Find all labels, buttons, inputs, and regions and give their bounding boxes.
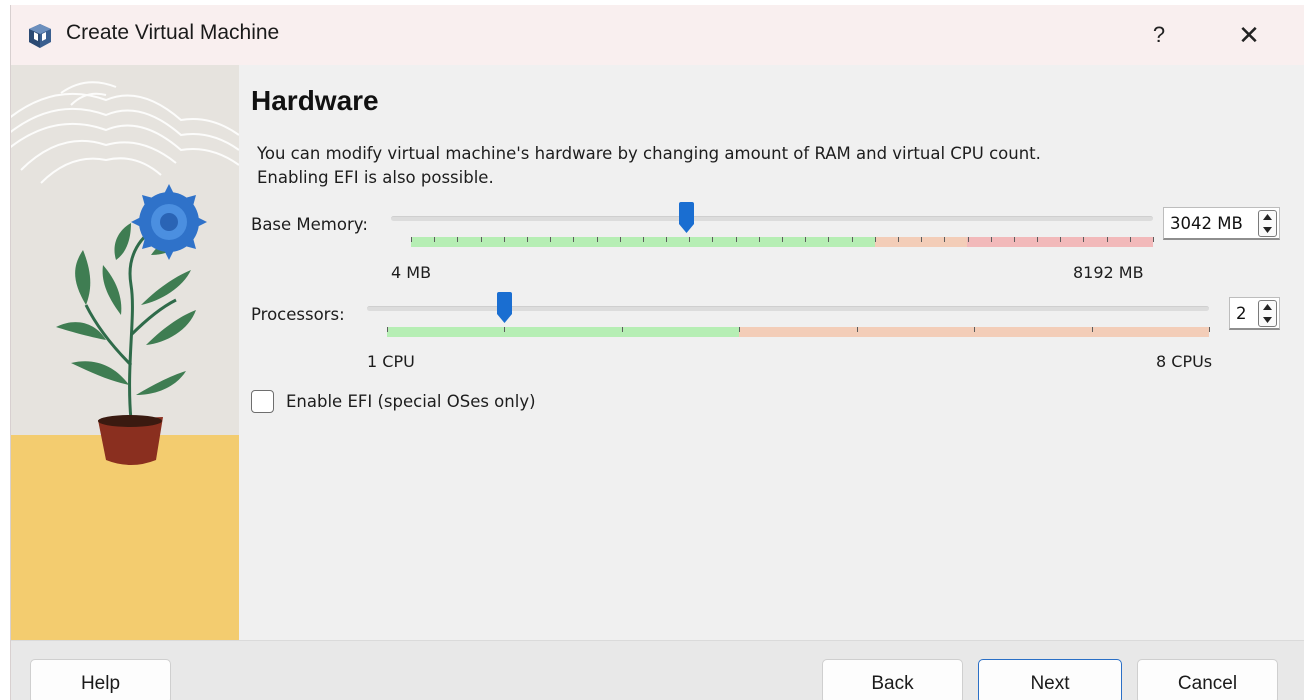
- slider-tick: [851, 237, 853, 242]
- slider-tick: [457, 237, 459, 242]
- slider-tick: [944, 237, 946, 242]
- slider-tick: [1106, 237, 1108, 242]
- slider-tick: [1083, 237, 1085, 242]
- slider-tick: [1129, 237, 1131, 242]
- processors-label: Processors:: [251, 305, 345, 324]
- slider-tick: [828, 237, 830, 242]
- slider-tick: [739, 327, 741, 332]
- slider-tick: [504, 327, 506, 332]
- back-button[interactable]: Back: [822, 659, 963, 700]
- page-description: You can modify virtual machine's hardwar…: [257, 142, 1041, 190]
- slider-handle[interactable]: [678, 202, 695, 234]
- slider-handle[interactable]: [496, 292, 513, 324]
- title-bar: Create Virtual Machine ? ✕: [11, 5, 1304, 65]
- slider-tick: [735, 237, 737, 242]
- slider-tick: [1091, 327, 1093, 332]
- enable-efi-checkbox[interactable]: [251, 390, 274, 413]
- slider-tick: [758, 237, 760, 242]
- slider-tick: [596, 237, 598, 242]
- slider-tick: [1060, 237, 1062, 242]
- slider-tick: [503, 237, 505, 242]
- cancel-button[interactable]: Cancel: [1137, 659, 1278, 700]
- processors-max-label: 8 CPUs: [1156, 352, 1213, 371]
- enable-efi-label[interactable]: Enable EFI (special OSes only): [286, 392, 536, 411]
- slider-track: [391, 216, 1153, 221]
- slider-tick: [642, 237, 644, 242]
- spinbox-buttons: [1258, 300, 1277, 327]
- close-icon[interactable]: ✕: [1229, 17, 1269, 53]
- arrow-up-icon[interactable]: [1259, 301, 1276, 313]
- base-memory-slider[interactable]: [391, 200, 1154, 250]
- base-memory-spinbox[interactable]: 3042 MB: [1163, 207, 1280, 240]
- description-line: You can modify virtual machine's hardwar…: [257, 144, 1041, 163]
- slider-tick: [967, 237, 969, 242]
- slider-tick: [805, 237, 807, 242]
- slider-tick: [712, 237, 714, 242]
- arrow-up-icon[interactable]: [1259, 211, 1276, 223]
- slider-tick: [990, 237, 992, 242]
- arrow-down-icon[interactable]: [1259, 314, 1276, 326]
- slider-tick: [1209, 327, 1210, 332]
- slider-tick: [1013, 237, 1015, 242]
- slider-tick: [921, 237, 923, 242]
- slider-tick: [573, 237, 575, 242]
- slider-tick: [387, 327, 388, 332]
- spinbox-value: 3042 MB: [1170, 214, 1243, 233]
- plant-illustration: [11, 65, 239, 640]
- help-icon[interactable]: ?: [1139, 17, 1179, 53]
- arrow-down-icon[interactable]: [1259, 224, 1276, 236]
- next-button[interactable]: Next: [978, 659, 1122, 700]
- slider-tick: [689, 237, 691, 242]
- page-title: Hardware: [251, 85, 379, 116]
- processors-spinbox[interactable]: 2: [1229, 297, 1280, 330]
- virtualbox-icon: [29, 24, 51, 48]
- slider-tick: [411, 237, 412, 242]
- base-memory-label: Base Memory:: [251, 215, 368, 234]
- slider-tick: [480, 237, 482, 242]
- memory-min-label: 4 MB: [391, 263, 432, 282]
- spinbox-buttons: [1258, 210, 1277, 237]
- processors-min-label: 1 CPU: [367, 352, 415, 371]
- description-line: Enabling EFI is also possible.: [257, 168, 494, 187]
- slider-tick: [974, 327, 976, 332]
- slider-tick: [782, 237, 783, 242]
- slider-tick: [434, 237, 436, 242]
- spinbox-value: 2: [1236, 304, 1247, 323]
- window-title: Create Virtual Machine: [66, 21, 280, 44]
- slider-tick: [526, 237, 528, 242]
- processors-slider[interactable]: [367, 290, 1210, 340]
- slider-tick: [874, 237, 876, 242]
- dialog-window: Create Virtual Machine ? ✕ Hardware You …: [10, 5, 1304, 700]
- slider-tick: [897, 237, 899, 242]
- slider-tick: [666, 237, 668, 242]
- slider-tick: [621, 327, 623, 332]
- slider-tick: [1037, 237, 1039, 242]
- memory-max-label: 8192 MB: [1073, 263, 1144, 282]
- help-button[interactable]: Help: [30, 659, 171, 700]
- slider-track: [367, 306, 1209, 311]
- slider-tick: [619, 237, 621, 242]
- slider-tick: [550, 237, 552, 242]
- slider-zone: [387, 327, 740, 337]
- slider-tick: [1153, 237, 1154, 242]
- slider-tick: [856, 327, 858, 332]
